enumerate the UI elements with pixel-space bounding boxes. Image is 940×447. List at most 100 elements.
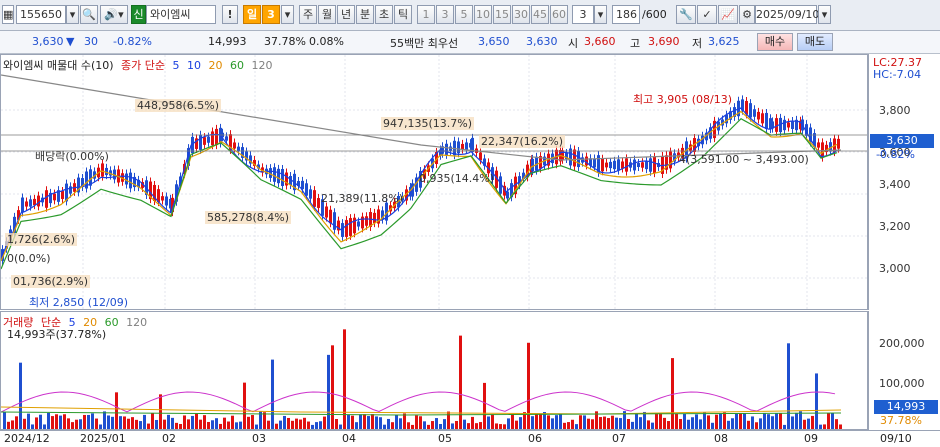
volume-bar: [699, 419, 702, 429]
period-day-button[interactable]: 일: [243, 5, 261, 24]
current-pct-label: -0.82%: [876, 148, 915, 161]
candle-body: [357, 221, 360, 227]
volume-bar: [499, 424, 502, 429]
period-week-button[interactable]: 주: [299, 5, 317, 24]
interval-dropdown-icon[interactable]: ▾: [594, 5, 607, 24]
volume-bar: [451, 423, 454, 429]
volume-bar: [339, 424, 342, 429]
period-number[interactable]: 3: [262, 5, 280, 24]
chart-check-icon[interactable]: ✓: [697, 5, 717, 24]
volume-bar: [507, 418, 510, 429]
interval-5-button[interactable]: 5: [455, 5, 473, 24]
chart-icon[interactable]: 📈: [718, 5, 738, 24]
volume-bar: [599, 417, 602, 429]
volume-bar: [755, 422, 758, 429]
volume-bar: [407, 422, 410, 429]
period-tick-button[interactable]: 틱: [394, 5, 412, 24]
bid-price: 3,630: [526, 35, 558, 48]
interval-10-button[interactable]: 10: [474, 5, 492, 24]
interval-input[interactable]: 3: [572, 5, 594, 24]
volume-bar: [747, 420, 750, 429]
interval-30-button[interactable]: 30: [512, 5, 530, 24]
legend-ma-10: 10: [187, 59, 202, 72]
y-tick: 3,000: [879, 262, 911, 275]
period-minute-button[interactable]: 분: [356, 5, 374, 24]
volume-bar: [515, 420, 518, 429]
interval-3-button[interactable]: 3: [436, 5, 454, 24]
date-dropdown-icon[interactable]: ▾: [818, 5, 831, 24]
volume-bar: [603, 416, 606, 429]
volume-chart-panel[interactable]: 거래량 단순 5 20 60 120 14,993주(37.78%): [0, 311, 868, 430]
period-dropdown-icon[interactable]: ▾: [281, 5, 294, 24]
stock-name-field[interactable]: 와이엠씨: [146, 5, 216, 24]
y-tick: 100,000: [879, 377, 925, 390]
volume-bar: [431, 421, 434, 429]
ask-price: 3,650: [478, 35, 510, 48]
candle-body: [641, 162, 644, 168]
volume-bar: [823, 424, 826, 429]
volume-bar: [79, 419, 82, 429]
volume-bar: [299, 419, 302, 429]
priority-status: 55백만 최우선: [390, 37, 459, 50]
volume-bar: [387, 418, 390, 429]
period-year-button[interactable]: 년: [337, 5, 355, 24]
volume-bar: [723, 412, 726, 429]
date-input[interactable]: 2025/09/10: [755, 5, 819, 24]
volume-bar: [363, 414, 366, 429]
volume-bar: [731, 418, 734, 429]
volume-bar: [591, 419, 594, 429]
period-second-button[interactable]: 초: [375, 5, 393, 24]
period-month-button[interactable]: 월: [318, 5, 336, 24]
interval-45-button[interactable]: 45: [531, 5, 549, 24]
candle-body: [129, 172, 132, 189]
volume-bar: [3, 412, 6, 429]
buy-button[interactable]: 매수: [757, 33, 793, 51]
interval-1-button[interactable]: 1: [417, 5, 435, 24]
volume-bar: [195, 413, 198, 429]
volume-bar: [691, 417, 694, 429]
price-chart-panel[interactable]: 와이엠씨 매물대 수(10) 종가 단순 5 10 20 60 120 448,…: [0, 54, 868, 310]
candle-body: [21, 197, 24, 213]
volume-bar: [455, 420, 458, 429]
settings-gear-icon[interactable]: ⚙: [739, 5, 755, 24]
volume-bar: [99, 424, 102, 429]
volume-bar: [403, 413, 406, 429]
candle-body: [199, 134, 202, 150]
volume-bar: [23, 418, 26, 429]
grid-icon[interactable]: ▦: [2, 5, 14, 24]
volume-bar: [83, 414, 86, 429]
count-input[interactable]: 186: [612, 5, 640, 24]
code-dropdown-icon[interactable]: ▾: [66, 5, 79, 24]
candle-body: [457, 141, 460, 154]
volume-bar: [631, 421, 634, 429]
legend-ma-20: 20: [208, 59, 223, 72]
stock-code-input[interactable]: 155650: [16, 5, 66, 24]
volume-bar: [147, 423, 150, 429]
open-price: 3,660: [584, 35, 616, 48]
volume-bar: [191, 415, 194, 429]
candle-body: [361, 216, 364, 229]
volume-bar: [811, 415, 814, 429]
candle-body: [165, 196, 168, 206]
interval-15-button[interactable]: 15: [493, 5, 511, 24]
volume-bar: [671, 358, 674, 429]
volume-bar: [775, 413, 778, 429]
volume-bar: [91, 413, 94, 429]
volume-bar: [235, 422, 238, 429]
volume-value: 14,993: [208, 35, 247, 48]
speaker-icon[interactable]: 🔊▾: [100, 5, 128, 24]
candle-body: [783, 119, 786, 131]
candle-body: [637, 162, 640, 168]
volume-bar: [535, 413, 538, 429]
interval-60-button[interactable]: 60: [550, 5, 568, 24]
volume-bar: [519, 417, 522, 429]
volume-bar: [743, 413, 746, 429]
volume-bar: [711, 422, 714, 429]
search-icon[interactable]: 🔍: [80, 5, 98, 24]
alert-button[interactable]: !: [222, 5, 238, 24]
sell-button[interactable]: 매도: [797, 33, 833, 51]
price-change-pct: -0.82%: [113, 35, 152, 48]
volume-bar: [795, 412, 798, 429]
volume-bar: [231, 415, 234, 429]
tools-icon[interactable]: 🔧: [676, 5, 696, 24]
